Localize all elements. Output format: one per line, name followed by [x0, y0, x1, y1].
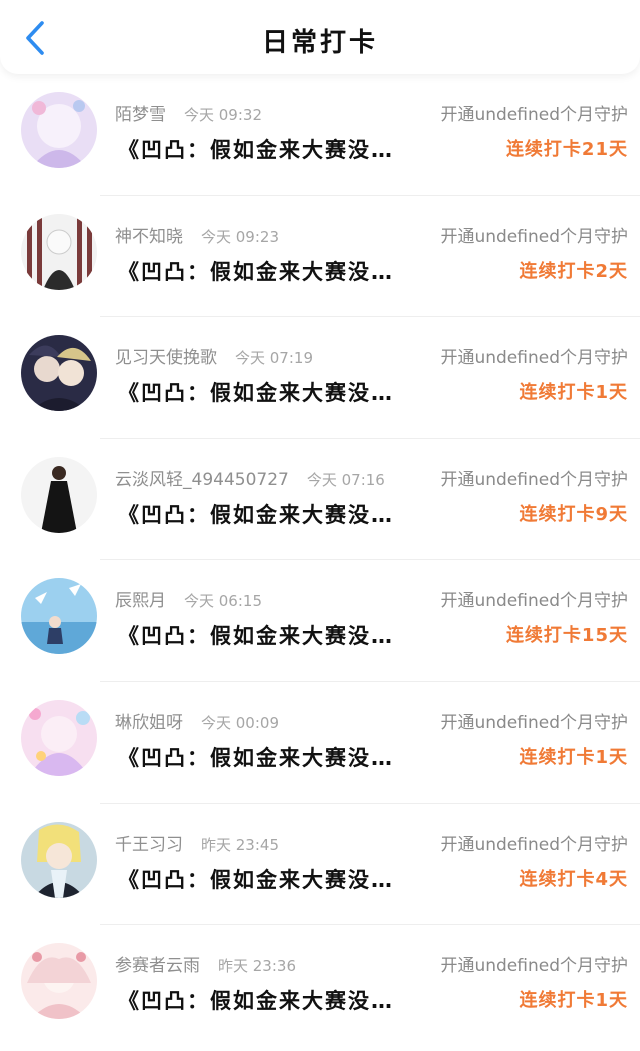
user-name[interactable]: 千王习习 [115, 835, 183, 855]
checkin-content[interactable]: 《凹凸：假如金来大赛没… [118, 864, 394, 894]
user-meta: 琳欣姐呀 今天 00:09 [115, 708, 279, 733]
guard-status: 开通undefined个月守护 [440, 348, 628, 369]
checkin-content[interactable]: 《凹凸：假如金来大赛没… [118, 499, 394, 529]
streak-badge: 连续打卡1天 [519, 746, 628, 768]
list-item[interactable]: 见习天使挽歌 今天 07:19 开通undefined个月守护 《凹凸：假如金来大… [0, 317, 640, 439]
guard-status: 开通undefined个月守护 [440, 834, 628, 855]
user-meta: 云淡风轻_494450727 今天 07:16 [115, 465, 385, 490]
list-item[interactable]: 云淡风轻_494450727 今天 07:16 开通undefined个月守护 《… [0, 439, 640, 561]
guard-status: 开通undefined个月守护 [440, 105, 628, 125]
checkin-time: 昨天 23:36 [218, 957, 296, 976]
checkin-list: 陌梦雪 今天 09:32 开通undefined个月守护 《凹凸：假如金来大赛没…… [0, 74, 640, 1047]
avatar[interactable] [21, 821, 97, 898]
avatar[interactable] [21, 699, 97, 776]
checkin-time: 昨天 23:45 [201, 835, 279, 854]
checkin-time: 今天 07:19 [235, 349, 313, 368]
list-item[interactable]: 神不知晓 今天 09:23 开通undefined个月守护 《凹凸：假如金来大赛没… [0, 196, 640, 318]
user-meta: 千王习习 昨天 23:45 [115, 830, 279, 855]
user-meta: 神不知晓 今天 09:23 [115, 222, 279, 247]
avatar[interactable] [21, 578, 97, 655]
avatar[interactable] [21, 213, 97, 290]
user-name[interactable]: 神不知晓 [115, 227, 183, 247]
user-name[interactable]: 见习天使挽歌 [115, 348, 217, 368]
list-item[interactable]: 琳欣姐呀 今天 00:09 开通undefined个月守护 《凹凸：假如金来大赛没… [0, 682, 640, 804]
guard-status: 开通undefined个月守护 [440, 469, 628, 490]
avatar[interactable] [21, 92, 97, 168]
checkin-time: 今天 09:32 [184, 106, 262, 124]
checkin-time: 今天 07:16 [306, 470, 385, 489]
guard-status: 开通undefined个月守护 [440, 712, 628, 733]
streak-badge: 连续打卡9天 [519, 503, 628, 525]
avatar[interactable] [21, 456, 97, 533]
checkin-content[interactable]: 《凹凸：假如金来大赛没… [118, 377, 394, 407]
user-name[interactable]: 陌梦雪 [115, 105, 166, 125]
user-name[interactable]: 辰熙月 [115, 591, 166, 611]
user-name[interactable]: 参赛者云雨 [115, 956, 200, 976]
streak-badge: 连续打卡1天 [519, 382, 628, 404]
checkin-time: 今天 06:15 [184, 592, 262, 611]
user-meta: 参赛者云雨 昨天 23:36 [115, 951, 296, 976]
user-meta: 辰熙月 今天 06:15 [115, 586, 262, 611]
avatar[interactable] [21, 943, 97, 1020]
user-name[interactable]: 云淡风轻_494450727 [115, 470, 289, 490]
guard-status: 开通undefined个月守护 [440, 591, 628, 612]
user-meta: 陌梦雪 今天 09:32 [115, 100, 262, 125]
checkin-content[interactable]: 《凹凸：假如金来大赛没… [118, 134, 394, 164]
guard-status: 开通undefined个月守护 [440, 226, 628, 247]
list-item[interactable]: 千王习习 昨天 23:45 开通undefined个月守护 《凹凸：假如金来大赛没… [0, 804, 640, 926]
checkin-time: 今天 09:23 [201, 227, 279, 246]
streak-badge: 连续打卡1天 [519, 990, 628, 1012]
avatar[interactable] [21, 335, 97, 412]
checkin-content[interactable]: 《凹凸：假如金来大赛没… [118, 620, 394, 650]
checkin-content[interactable]: 《凹凸：假如金来大赛没… [118, 985, 394, 1015]
user-meta: 见习天使挽歌 今天 07:19 [115, 343, 313, 368]
checkin-time: 今天 00:09 [201, 713, 279, 732]
list-item[interactable]: 辰熙月 今天 06:15 开通undefined个月守护 《凹凸：假如金来大赛没…… [0, 560, 640, 682]
top-nav-bar: 日常打卡 [0, 0, 640, 74]
streak-badge: 连续打卡4天 [519, 868, 628, 890]
list-item[interactable]: 陌梦雪 今天 09:32 开通undefined个月守护 《凹凸：假如金来大赛没…… [0, 74, 640, 196]
streak-badge: 连续打卡21天 [505, 139, 628, 160]
list-item[interactable]: 参赛者云雨 昨天 23:36 开通undefined个月守护 《凹凸：假如金来大赛… [0, 925, 640, 1047]
user-name[interactable]: 琳欣姐呀 [115, 713, 183, 733]
streak-badge: 连续打卡2天 [519, 260, 628, 282]
streak-badge: 连续打卡15天 [505, 625, 628, 647]
guard-status: 开通undefined个月守护 [440, 956, 628, 977]
checkin-content[interactable]: 《凹凸：假如金来大赛没… [118, 742, 394, 772]
page-title: 日常打卡 [261, 28, 378, 58]
checkin-content[interactable]: 《凹凸：假如金来大赛没… [118, 256, 394, 286]
